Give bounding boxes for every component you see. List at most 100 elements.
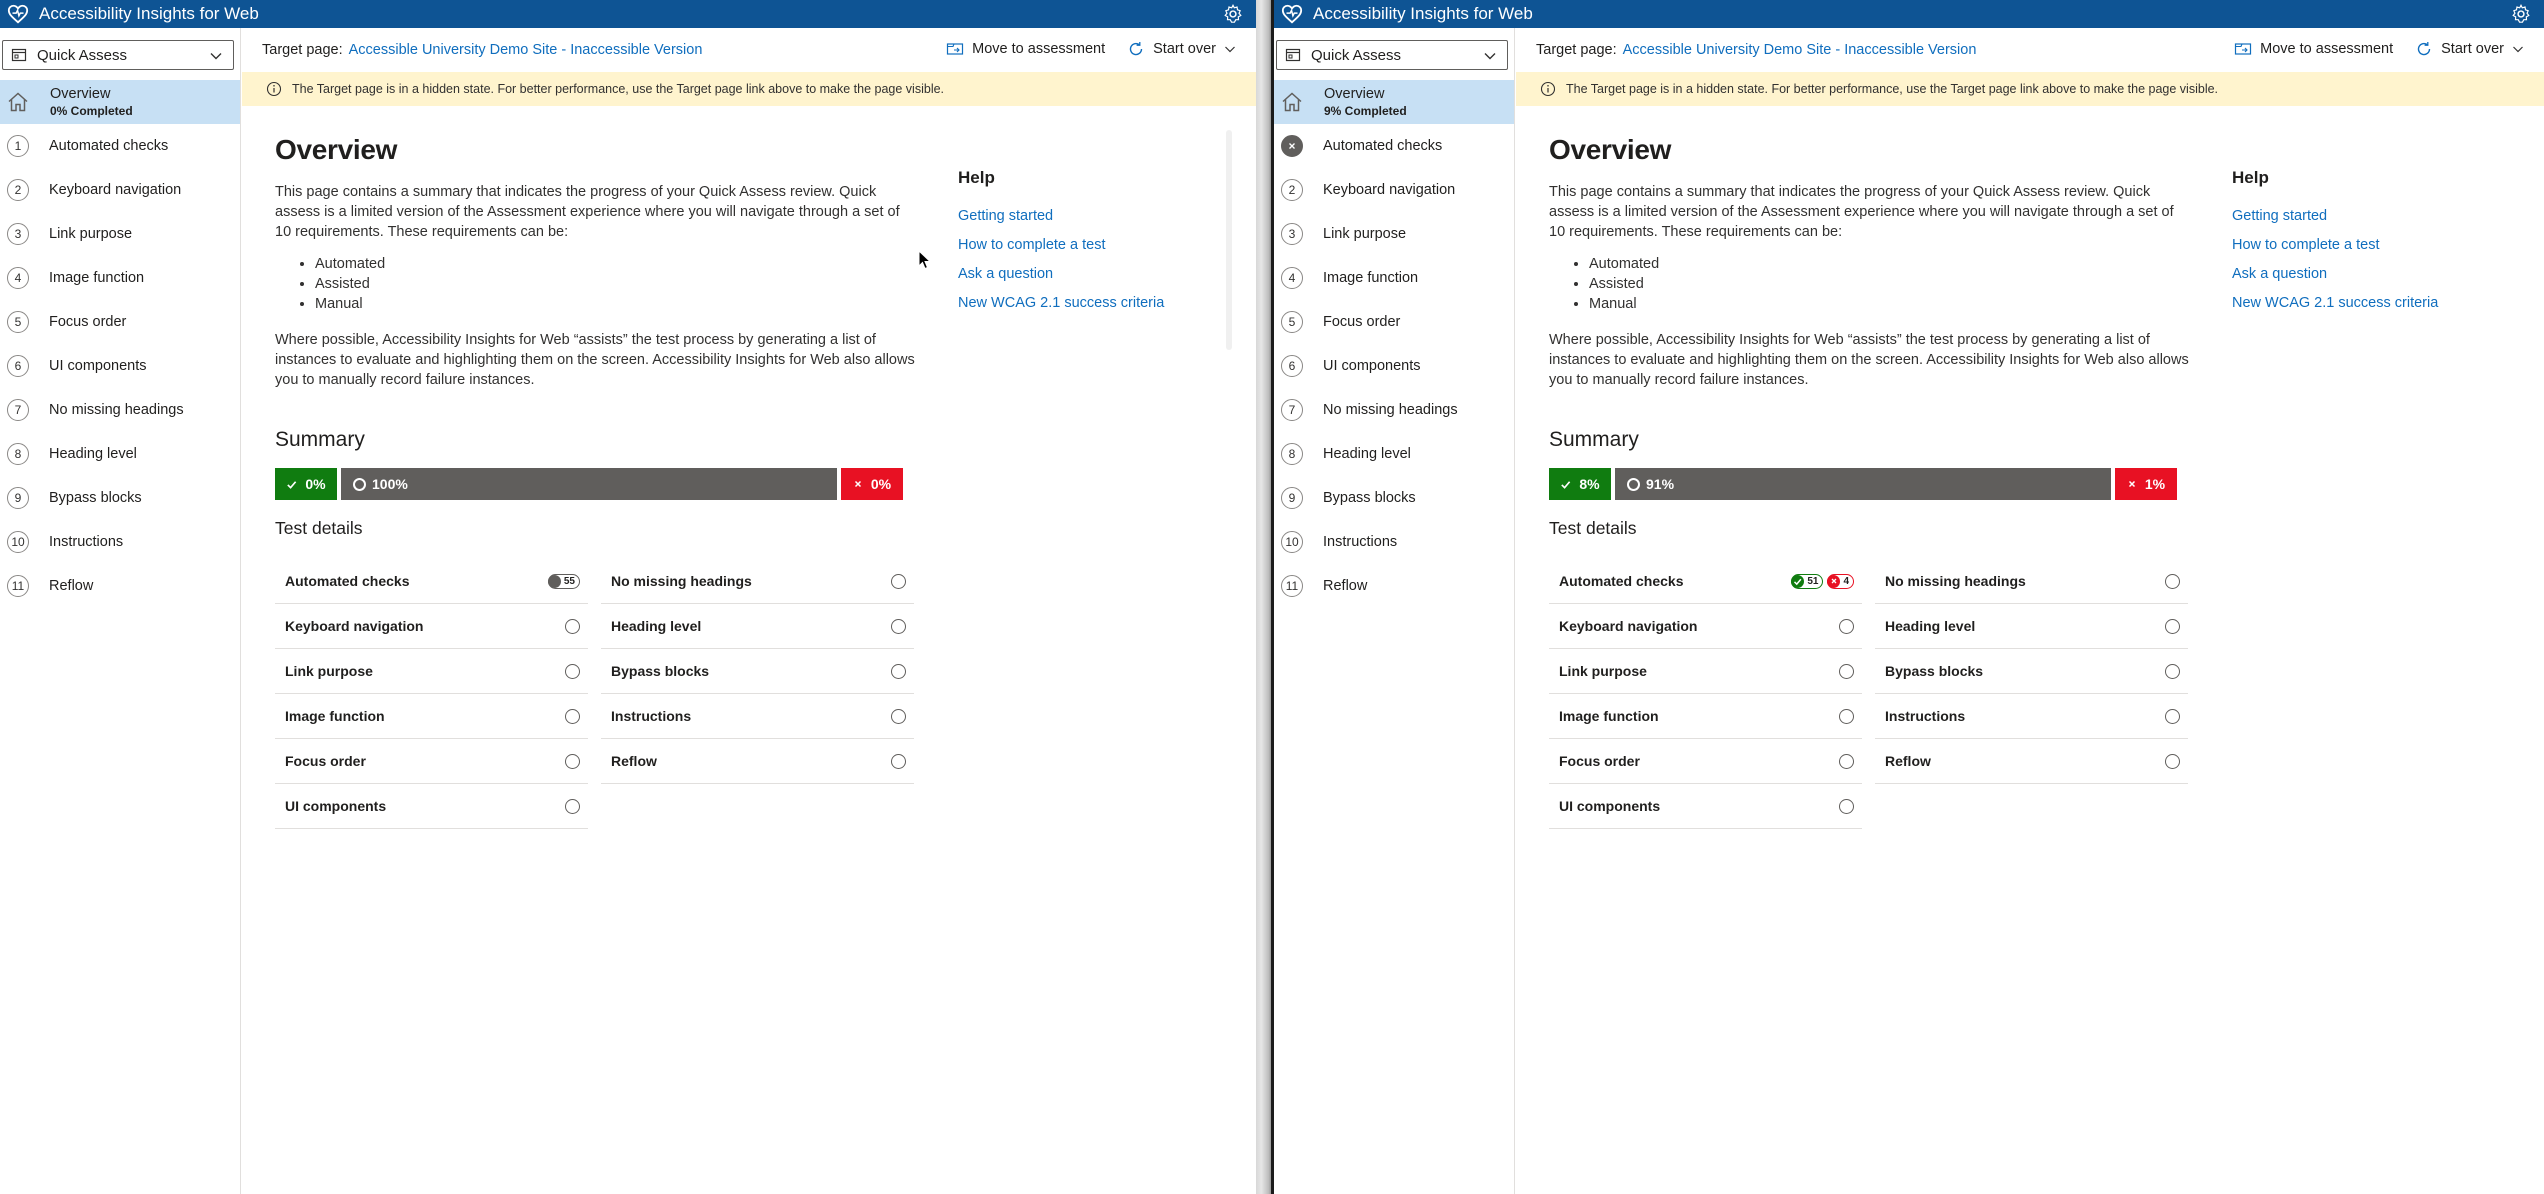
test-row-automated-checks[interactable]: Automated checks 55 (275, 559, 588, 604)
test-row-label: Image function (1559, 708, 1659, 724)
intro-paragraph: This page contains a summary that indica… (275, 184, 900, 240)
nav-item-label: UI components (49, 358, 147, 374)
nav-item-link-purpose[interactable]: 3 Link purpose (1274, 212, 1514, 256)
test-row-reflow[interactable]: Reflow (1875, 739, 2188, 784)
test-row-ui-components[interactable]: UI components (1549, 784, 1862, 829)
test-row-link-purpose[interactable]: Link purpose (1549, 649, 1862, 694)
help-link-getting-started[interactable]: Getting started (2232, 208, 2492, 224)
test-row-label: Focus order (285, 753, 366, 769)
move-to-assessment-button[interactable]: Move to assessment (2234, 40, 2393, 58)
nav-item-image-function[interactable]: 4 Image function (1274, 256, 1514, 300)
test-row-label: Reflow (611, 753, 657, 769)
test-row-label: No missing headings (611, 573, 752, 589)
nav-item-number: 3 (1281, 223, 1303, 245)
test-row-no-missing-headings[interactable]: No missing headings (1875, 559, 2188, 604)
gear-icon[interactable] (2510, 3, 2532, 25)
help-link-new-wcag-2-1-success-criteria[interactable]: New WCAG 2.1 success criteria (2232, 295, 2492, 311)
nav-item-keyboard-navigation[interactable]: 2 Keyboard navigation (1274, 168, 1514, 212)
help-heading: Help (958, 168, 995, 187)
heart-icon (7, 3, 29, 25)
test-row-heading-level[interactable]: Heading level (601, 604, 914, 649)
help-link-new-wcag-2-1-success-criteria[interactable]: New WCAG 2.1 success criteria (958, 295, 1218, 311)
test-details-column-2: No missing headings Heading level Bypass b… (1875, 559, 2188, 829)
test-row-automated-checks[interactable]: Automated checks 51 4 (1549, 559, 1862, 604)
test-row-keyboard-navigation[interactable]: Keyboard navigation (275, 604, 588, 649)
nav-item-label: Keyboard navigation (49, 182, 182, 198)
start-over-button[interactable]: Start over (1127, 40, 1236, 58)
test-row-focus-order[interactable]: Focus order (275, 739, 588, 784)
badge-count: 51 (1807, 575, 1819, 587)
chevron-down-icon[interactable] (1224, 43, 1236, 55)
test-row-label: Bypass blocks (611, 663, 710, 679)
test-row-instructions[interactable]: Instructions (601, 694, 914, 739)
test-row-link-purpose[interactable]: Link purpose (275, 649, 588, 694)
chevron-down-icon (1483, 49, 1497, 63)
help-link-how-to-complete-a-test[interactable]: How to complete a test (958, 237, 1218, 253)
home-icon (1280, 90, 1304, 114)
nav-item-ui-components[interactable]: 6 UI components (1274, 344, 1514, 388)
left-nav: Quick Assess Overview 0% Completed 1 Auto… (0, 28, 241, 1194)
nav-item-reflow[interactable]: 11 Reflow (0, 564, 240, 608)
nav-item-image-function[interactable]: 4 Image function (0, 256, 240, 300)
nav-item-heading-level[interactable]: 8 Heading level (1274, 432, 1514, 476)
nav-item-ui-components[interactable]: 6 UI components (0, 344, 240, 388)
not-started-status-icon (2165, 573, 2180, 589)
move-to-assessment-button[interactable]: Move to assessment (946, 40, 1105, 58)
nav-item-link-purpose[interactable]: 3 Link purpose (0, 212, 240, 256)
nav-item-no-missing-headings[interactable]: 7 No missing headings (0, 388, 240, 432)
summary-incomplete-segment: 91% (1615, 468, 2111, 500)
target-page-link[interactable]: Accessible University Demo Site - Inacce… (349, 42, 703, 58)
requirement-type-item: Assisted (315, 274, 915, 294)
gear-icon[interactable] (1222, 3, 1244, 25)
nav-items: Automated checks 2 Keyboard navigation 3 Lin… (1274, 124, 1514, 608)
not-started-status-icon (2165, 663, 2180, 679)
summary-fail-value: 1% (2144, 476, 2166, 492)
test-row-no-missing-headings[interactable]: No missing headings (601, 559, 914, 604)
nav-item-overview[interactable]: Overview 0% Completed (0, 80, 240, 124)
nav-item-no-missing-headings[interactable]: 7 No missing headings (1274, 388, 1514, 432)
nav-item-reflow[interactable]: 11 Reflow (1274, 564, 1514, 608)
nav-item-number: 9 (1281, 487, 1303, 509)
help-link-ask-a-question[interactable]: Ask a question (2232, 266, 2492, 282)
mode-select-dropdown[interactable]: Quick Assess (2, 40, 234, 70)
scrollbar-thumb[interactable] (1226, 130, 1232, 350)
nav-item-focus-order[interactable]: 5 Focus order (1274, 300, 1514, 344)
nav-item-heading-level[interactable]: 8 Heading level (0, 432, 240, 476)
nav-item-instructions[interactable]: 10 Instructions (1274, 520, 1514, 564)
nav-item-keyboard-navigation[interactable]: 2 Keyboard navigation (0, 168, 240, 212)
test-row-bypass-blocks[interactable]: Bypass blocks (1875, 649, 2188, 694)
start-over-button[interactable]: Start over (2415, 40, 2524, 58)
test-row-focus-order[interactable]: Focus order (1549, 739, 1862, 784)
mode-select-dropdown[interactable]: Quick Assess (1276, 40, 1508, 70)
nav-item-bypass-blocks[interactable]: 9 Bypass blocks (0, 476, 240, 520)
help-panel: Help Getting started How to complete a te… (958, 106, 1218, 311)
test-details-heading: Test details (275, 518, 363, 538)
test-row-instructions[interactable]: Instructions (1875, 694, 2188, 739)
nav-item-bypass-blocks[interactable]: 9 Bypass blocks (1274, 476, 1514, 520)
test-row-keyboard-navigation[interactable]: Keyboard navigation (1549, 604, 1862, 649)
help-link-ask-a-question[interactable]: Ask a question (958, 266, 1218, 282)
start-over-label: Start over (2441, 41, 2504, 57)
test-row-image-function[interactable]: Image function (275, 694, 588, 739)
help-link-how-to-complete-a-test[interactable]: How to complete a test (2232, 237, 2492, 253)
nav-item-automated-checks[interactable]: 1 Automated checks (0, 124, 240, 168)
test-row-heading-level[interactable]: Heading level (1875, 604, 2188, 649)
test-row-image-function[interactable]: Image function (1549, 694, 1862, 739)
test-row-ui-components[interactable]: UI components (275, 784, 588, 829)
nav-item-number: 11 (1281, 575, 1303, 597)
nav-item-focus-order[interactable]: 5 Focus order (0, 300, 240, 344)
hidden-state-warning: The Target page is in a hidden state. Fo… (1516, 72, 2544, 106)
nav-item-number: 11 (7, 575, 29, 597)
overview-content: Overview This page contains a summary th… (1549, 106, 2189, 829)
nav-item-overview[interactable]: Overview 9% Completed (1274, 80, 1514, 124)
target-page-link[interactable]: Accessible University Demo Site - Inacce… (1623, 42, 1977, 58)
test-row-bypass-blocks[interactable]: Bypass blocks (601, 649, 914, 694)
help-link-getting-started[interactable]: Getting started (958, 208, 1218, 224)
nav-item-instructions[interactable]: 10 Instructions (0, 520, 240, 564)
requirement-type-item: Automated (315, 254, 915, 274)
help-heading: Help (2232, 168, 2269, 187)
nav-item-automated-checks[interactable]: Automated checks (1274, 124, 1514, 168)
nav-item-number: 6 (1281, 355, 1303, 377)
chevron-down-icon[interactable] (2512, 43, 2524, 55)
test-row-reflow[interactable]: Reflow (601, 739, 914, 784)
